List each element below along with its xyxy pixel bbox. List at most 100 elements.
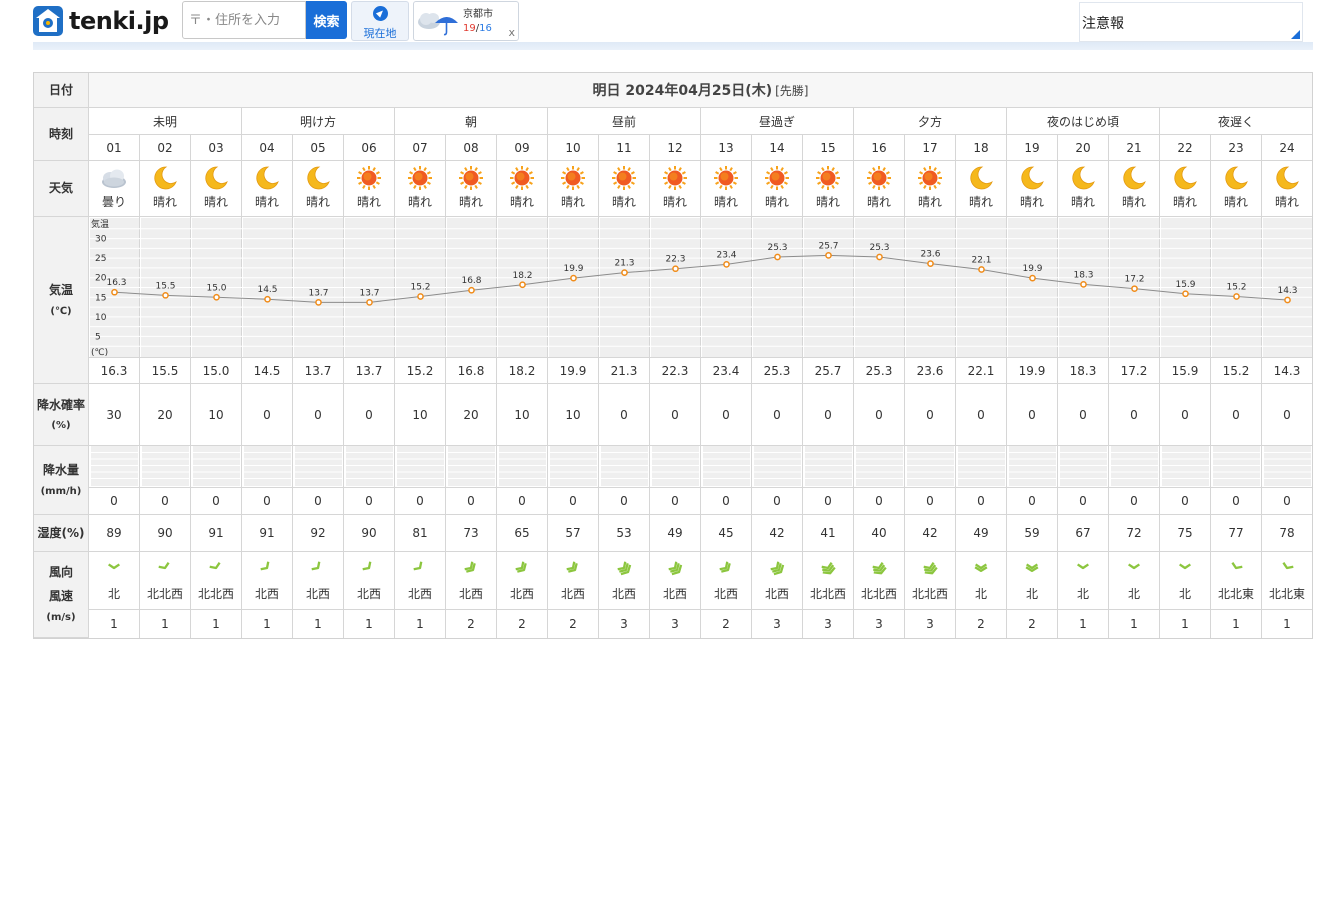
- temp-point-label: 15.2: [410, 283, 430, 293]
- wind-arrow-icon: [108, 563, 120, 570]
- temp-cell: 15.0: [191, 358, 242, 384]
- temp-point-label: 17.2: [1124, 275, 1144, 285]
- temp-point-label: 21.3: [614, 259, 634, 269]
- temp-point-label: 15.0: [206, 283, 226, 293]
- temp-point-label: 13.7: [308, 288, 328, 298]
- temp-point-label: 16.8: [461, 276, 481, 286]
- weather-text: 晴れ: [815, 195, 840, 209]
- location-arrow-icon: [373, 6, 388, 21]
- row-label-date-text: 日付: [48, 82, 73, 97]
- wind-direction-text: 北: [1178, 587, 1191, 601]
- wind-arrow-icon: [464, 561, 476, 573]
- weather-cell: 晴れ: [1160, 161, 1211, 217]
- wind-speed-cell: 1: [344, 610, 395, 638]
- weather-text: 晴れ: [1121, 195, 1146, 209]
- search-button[interactable]: 検索: [306, 1, 347, 39]
- temp-cell: 18.2: [497, 358, 548, 384]
- temp-point: [111, 288, 118, 296]
- wind-direction-cell: 北北西: [191, 552, 242, 610]
- wind-arrow-icon: [617, 561, 632, 576]
- sun-icon: [663, 166, 687, 190]
- wind-direction-cell: 北西: [344, 552, 395, 610]
- precip-amount-cell: 0: [803, 488, 854, 515]
- hour-cell: 12: [650, 135, 701, 161]
- wind-direction-cell: 北西: [446, 552, 497, 610]
- temp-point: [315, 299, 322, 306]
- recent-close-button[interactable]: x: [508, 26, 515, 39]
- humidity-cell: 49: [956, 515, 1007, 552]
- hour-cell: 07: [395, 135, 446, 161]
- wind-arrow-icon: [1128, 563, 1140, 570]
- precip-amount-cell: 0: [140, 488, 191, 515]
- temp-point: [570, 274, 577, 282]
- recent-city-card[interactable]: 京都市 19/16 x: [413, 1, 519, 41]
- temp-cell: 13.7: [293, 358, 344, 384]
- row-label-temp-unit: (℃): [50, 305, 72, 317]
- wind-direction-text: 北西: [356, 587, 381, 601]
- humidity-cell: 75: [1160, 515, 1211, 552]
- sun-icon: [459, 166, 483, 190]
- wind-direction-text: 北: [107, 587, 120, 601]
- temp-point-label: 18.2: [512, 271, 532, 281]
- recent-high-temp: 19: [463, 23, 476, 34]
- humidity-cell: 81: [395, 515, 446, 552]
- weather-text: 晴れ: [917, 195, 942, 209]
- humidity-cell: 49: [650, 515, 701, 552]
- temp-point-label: 23.4: [716, 250, 736, 260]
- humidity-cell: 42: [905, 515, 956, 552]
- humidity-cell: 73: [446, 515, 497, 552]
- weather-text: 晴れ: [152, 195, 177, 209]
- precip-amount-cell: 0: [1058, 488, 1109, 515]
- wind-direction-text: 北北西: [809, 587, 846, 601]
- wind-speed-cell: 1: [1283, 617, 1291, 631]
- temp-cell: 14.5: [242, 358, 293, 384]
- temp-cell: 22.1: [956, 358, 1007, 384]
- wind-arrow-icon: [362, 561, 372, 571]
- recent-low-temp: 16: [479, 23, 492, 34]
- wind-speed-cell: 3: [599, 610, 650, 638]
- wind-direction-cell: 北: [1007, 552, 1058, 610]
- weather-text: 曇り: [101, 195, 126, 209]
- weather-text: 晴れ: [1019, 195, 1044, 209]
- hour-cell: 24: [1262, 135, 1312, 161]
- moon-icon: [1174, 166, 1197, 190]
- humidity-cell: 45: [701, 515, 752, 552]
- search-input[interactable]: [183, 2, 305, 38]
- wind-direction-text: 北北東: [1217, 587, 1254, 601]
- precip-amount-cell: 0: [1262, 488, 1312, 515]
- row-label-weather: 天気: [34, 161, 89, 217]
- period-header: 昼過ぎ: [701, 108, 854, 135]
- sun-icon: [714, 166, 738, 190]
- hour-cell: 17: [905, 135, 956, 161]
- weather-cell: 曇り: [89, 161, 140, 217]
- row-label-time-text: 時刻: [48, 126, 73, 141]
- weather-text: 晴れ: [509, 195, 534, 209]
- weather-text: 晴れ: [764, 195, 789, 209]
- precip-prob-cell: 0: [956, 384, 1007, 446]
- temp-cell: 16.3: [89, 358, 140, 384]
- temp-point-label: 23.6: [920, 250, 940, 260]
- hour-cell: 13: [701, 135, 752, 161]
- humidity-cell: 91: [242, 515, 293, 552]
- precip-amount-cell: 0: [89, 488, 140, 515]
- period-header: 夕方: [854, 108, 1007, 135]
- sun-icon: [816, 166, 840, 190]
- weather-cell: 晴れ: [446, 161, 497, 217]
- weather-cell: 晴れ: [1058, 161, 1109, 217]
- rokuyo-tag: [先勝]: [775, 83, 809, 98]
- precip-prob-cell: 0: [1262, 384, 1312, 446]
- wind-speed-cell: 3: [854, 610, 905, 638]
- temp-cell: 13.7: [344, 358, 395, 384]
- row-label-wind: 風向 風速 (m/s): [34, 552, 89, 638]
- wind-direction-cell: 北: [1109, 552, 1160, 610]
- hour-cell: 05: [293, 135, 344, 161]
- wind-arrow-icon: [1025, 563, 1039, 572]
- weather-cell: 晴れ: [548, 161, 599, 217]
- site-logo[interactable]: tenki.jp: [33, 5, 169, 37]
- hour-cell: 18: [956, 135, 1007, 161]
- alert-link-box[interactable]: 注意報: [1079, 2, 1303, 42]
- row-label-humidity: 湿度(%): [34, 515, 89, 552]
- temp-point-label: 15.9: [1175, 280, 1195, 290]
- current-location-button[interactable]: 現在地: [351, 1, 409, 41]
- temp-point: [1233, 293, 1240, 300]
